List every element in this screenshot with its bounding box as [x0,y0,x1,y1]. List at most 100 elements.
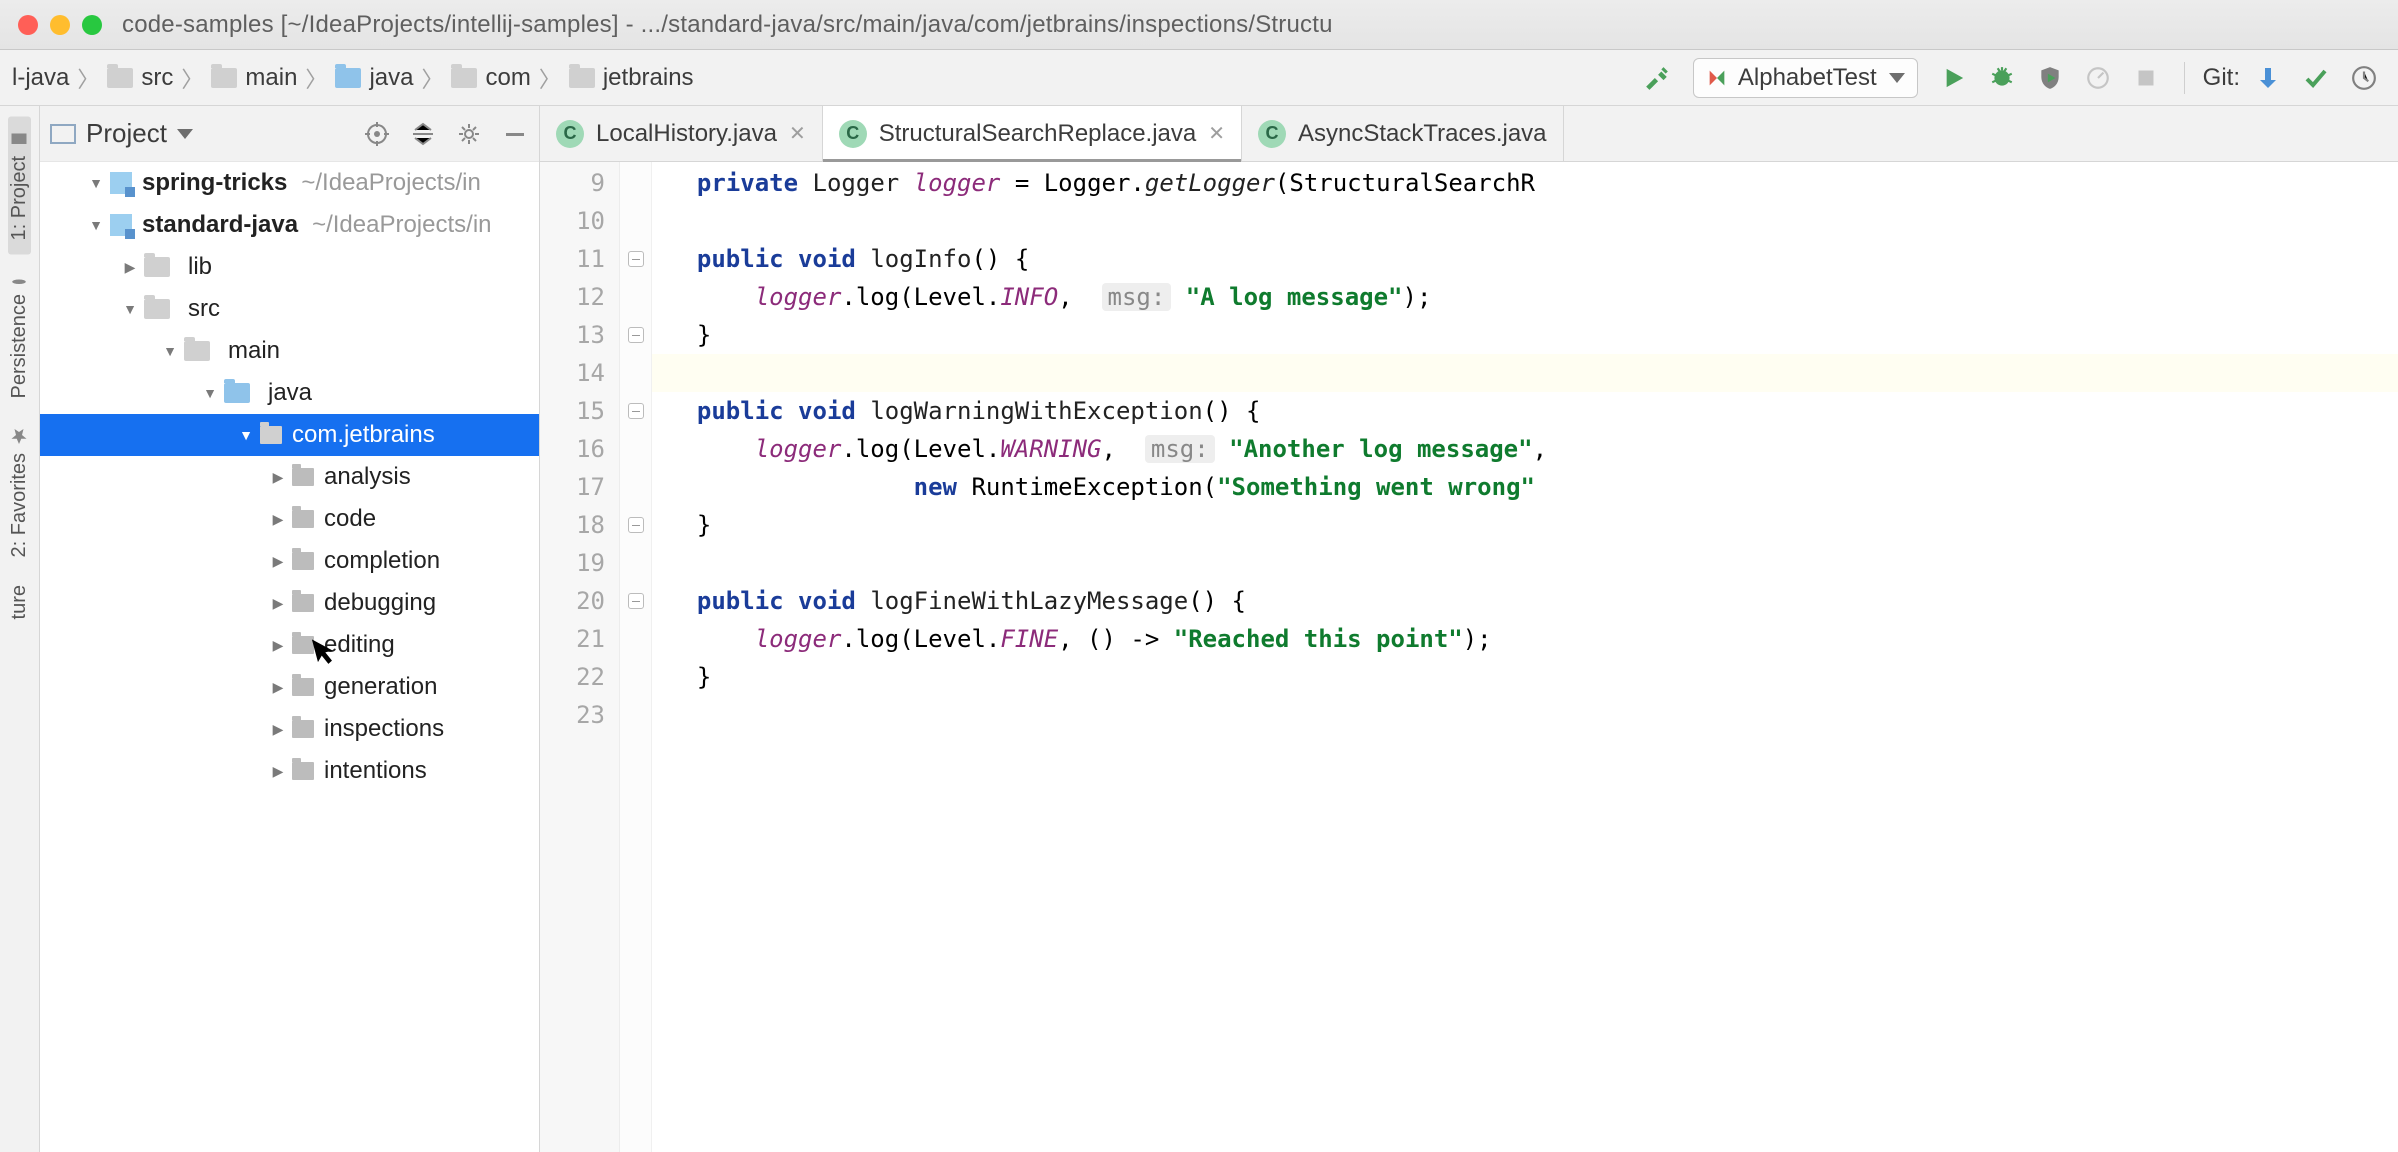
line-number[interactable]: 17 [540,468,619,506]
git-history-button[interactable] [2344,58,2384,98]
line-number[interactable]: 18 [540,506,619,544]
code-line[interactable]: public void logInfo() { [652,240,2398,278]
profile-button[interactable] [2078,58,2118,98]
hide-button[interactable] [501,120,529,148]
close-tab-button[interactable]: ✕ [789,121,806,146]
stop-button[interactable] [2126,58,2166,98]
tree-row[interactable]: ▼com.jetbrains [40,414,539,456]
chevron-down-icon[interactable]: ▼ [160,343,180,359]
build-button[interactable] [1637,58,1677,98]
fold-toggle[interactable] [628,327,644,343]
code-line[interactable]: private Logger logger = Logger.getLogger… [652,164,2398,202]
run-configuration-selector[interactable]: AlphabetTest [1693,58,1918,98]
chevron-down-icon[interactable]: ▼ [120,301,140,317]
line-number[interactable]: 19 [540,544,619,582]
chevron-right-icon[interactable]: ▶ [268,553,288,570]
fold-toggle[interactable] [628,403,644,419]
tree-row[interactable]: ▼spring-tricks~/IdeaProjects/in [40,162,539,204]
line-number[interactable]: 10 [540,202,619,240]
chevron-down-icon[interactable]: ▼ [86,217,106,233]
line-number[interactable]: 21 [540,620,619,658]
chevron-down-icon[interactable] [177,129,193,139]
editor-tab[interactable]: CStructuralSearchReplace.java✕ [823,106,1242,161]
breadcrumb-src[interactable]: src [101,64,179,92]
chevron-right-icon[interactable]: ▶ [120,259,140,276]
chevron-right-icon[interactable]: ▶ [268,595,288,612]
code-line[interactable] [652,544,2398,582]
code-line[interactable] [652,202,2398,240]
coverage-button[interactable] [2030,58,2070,98]
tool-tab-favorites[interactable]: 2: Favorites [8,413,31,571]
select-opened-file-button[interactable] [363,120,391,148]
fold-toggle[interactable] [628,593,644,609]
minimize-window-button[interactable] [50,15,70,35]
line-number[interactable]: 23 [540,696,619,734]
debug-button[interactable] [1982,58,2022,98]
project-tree[interactable]: ▼spring-tricks~/IdeaProjects/in▼standard… [40,162,539,1152]
chevron-right-icon[interactable]: ▶ [268,511,288,528]
run-button[interactable] [1934,58,1974,98]
chevron-right-icon[interactable]: ▶ [268,721,288,738]
line-number[interactable]: 16 [540,430,619,468]
tree-row[interactable]: ▼src [40,288,539,330]
tree-row[interactable]: ▶code [40,498,539,540]
line-number[interactable]: 12 [540,278,619,316]
tree-row[interactable]: ▶lib [40,246,539,288]
tool-tab-project[interactable]: 1: Project [8,116,31,254]
editor-tab[interactable]: CLocalHistory.java✕ [540,106,823,161]
tree-row[interactable]: ▶generation [40,666,539,708]
git-update-button[interactable] [2248,58,2288,98]
chevron-down-icon[interactable]: ▼ [86,175,106,191]
expand-all-button[interactable] [409,120,437,148]
tree-row[interactable]: ▼standard-java~/IdeaProjects/in [40,204,539,246]
line-number[interactable]: 15 [540,392,619,430]
chevron-down-icon[interactable]: ▼ [200,385,220,401]
code-line[interactable]: new RuntimeException("Something went wro… [652,468,2398,506]
chevron-right-icon[interactable]: ▶ [268,763,288,780]
line-number[interactable]: 14 [540,354,619,392]
code-area[interactable]: private Logger logger = Logger.getLogger… [652,162,2398,1152]
tree-row[interactable]: ▼java [40,372,539,414]
breadcrumb-java[interactable]: java [329,64,419,92]
tool-tab-structure[interactable]: ture [8,571,31,633]
breadcrumb-module[interactable]: l-java [6,64,75,92]
settings-button[interactable] [455,120,483,148]
tree-row[interactable]: ▶completion [40,540,539,582]
project-view-label[interactable]: Project [86,118,167,149]
tree-row[interactable]: ▶debugging [40,582,539,624]
code-line[interactable]: logger.log(Level.FINE, () -> "Reached th… [652,620,2398,658]
tree-row[interactable]: ▶analysis [40,456,539,498]
code-line[interactable]: logger.log(Level.INFO, msg: "A log messa… [652,278,2398,316]
code-line[interactable]: } [652,658,2398,696]
tree-row[interactable]: ▶intentions [40,750,539,792]
code-line[interactable]: public void logFineWithLazyMessage() { [652,582,2398,620]
git-commit-button[interactable] [2296,58,2336,98]
code-line[interactable]: } [652,316,2398,354]
line-number[interactable]: 22 [540,658,619,696]
tree-row[interactable]: ▶editing [40,624,539,666]
line-number[interactable]: 9 [540,164,619,202]
editor-tab[interactable]: CAsyncStackTraces.java [1242,106,1564,161]
close-window-button[interactable] [18,15,38,35]
line-number[interactable]: 11 [540,240,619,278]
code-line[interactable] [652,354,2398,392]
line-number[interactable]: 20 [540,582,619,620]
chevron-right-icon[interactable]: ▶ [268,679,288,696]
breadcrumb-main[interactable]: main [205,64,303,92]
chevron-right-icon[interactable]: ▶ [268,469,288,486]
code-line[interactable]: public void logWarningWithException() { [652,392,2398,430]
chevron-down-icon[interactable]: ▼ [236,427,256,443]
tree-row[interactable]: ▶inspections [40,708,539,750]
code-line[interactable]: } [652,506,2398,544]
code-line[interactable]: logger.log(Level.WARNING, msg: "Another … [652,430,2398,468]
breadcrumb-com[interactable]: com [445,64,536,92]
fold-toggle[interactable] [628,517,644,533]
breadcrumb-jetbrains[interactable]: jetbrains [563,64,700,92]
chevron-right-icon[interactable]: ▶ [268,637,288,654]
tool-tab-persistence[interactable]: Persistence [8,254,31,413]
line-number[interactable]: 13 [540,316,619,354]
maximize-window-button[interactable] [82,15,102,35]
close-tab-button[interactable]: ✕ [1208,121,1225,146]
tree-row[interactable]: ▼main [40,330,539,372]
code-line[interactable] [652,696,2398,734]
